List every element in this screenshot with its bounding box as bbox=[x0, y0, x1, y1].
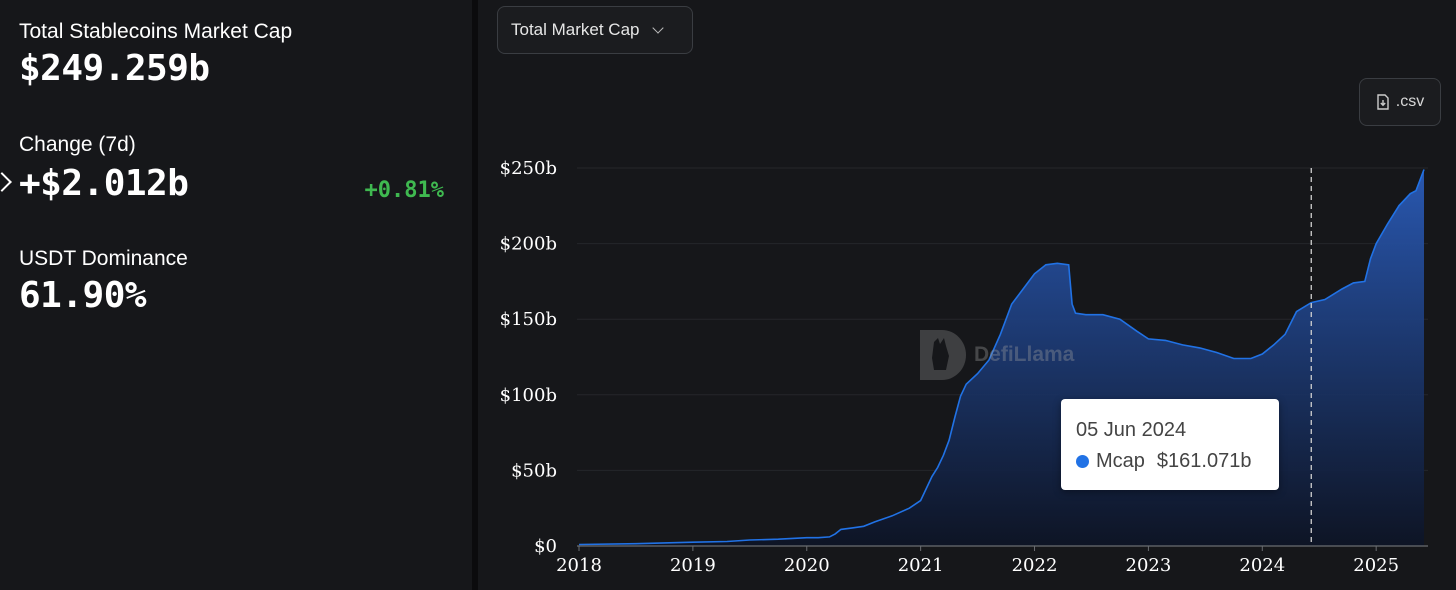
stats-panel: Total Stablecoins Market Cap $249.259b C… bbox=[0, 0, 472, 590]
total-mcap-value: $249.259b bbox=[19, 48, 210, 89]
y-tick-label: $150b bbox=[500, 309, 557, 330]
change-7d-value: +$2.012b bbox=[19, 163, 189, 204]
y-tick-label: $250b bbox=[500, 158, 557, 179]
change-7d-label: Change (7d) bbox=[19, 133, 136, 156]
x-tick-label: 2018 bbox=[556, 555, 602, 576]
tooltip-value: $161.071b bbox=[1156, 450, 1252, 472]
collapse-chevron-icon[interactable] bbox=[0, 172, 12, 192]
chart-tooltip: 05 Jun 2024 Mcap $161.071b bbox=[1061, 399, 1279, 490]
x-tick-label: 2019 bbox=[670, 555, 716, 576]
x-tick-label: 2021 bbox=[898, 555, 944, 576]
llama-logo-icon bbox=[920, 330, 966, 380]
x-tick-label: 2023 bbox=[1126, 555, 1172, 576]
x-tick-label: 2025 bbox=[1353, 555, 1399, 576]
total-mcap-label: Total Stablecoins Market Cap bbox=[19, 20, 293, 43]
usdt-dominance-label: USDT Dominance bbox=[19, 247, 188, 270]
change-7d-percent: +0.81% bbox=[364, 178, 444, 203]
x-tick-label: 2024 bbox=[1239, 555, 1285, 576]
series-color-dot bbox=[1076, 455, 1089, 468]
y-tick-label: $0 bbox=[534, 536, 557, 557]
x-tick-label: 2022 bbox=[1012, 555, 1058, 576]
tooltip-date: 05 Jun 2024 bbox=[1076, 419, 1187, 441]
y-tick-label: $50b bbox=[511, 460, 557, 481]
x-tick-label: 2020 bbox=[784, 555, 830, 576]
chart-panel: Total Market Cap .csv $0 $50b $100b $150b $2… bbox=[478, 0, 1456, 590]
market-cap-chart[interactable]: $0 $50b $100b $150b $200b $250b 2018 2019 2020 20… bbox=[478, 0, 1456, 590]
watermark-text: DefiLlama bbox=[974, 343, 1075, 366]
defillama-watermark: DefiLlama bbox=[916, 326, 1074, 384]
y-tick-label: $100b bbox=[500, 385, 557, 406]
tooltip-series-name: Mcap bbox=[1096, 450, 1145, 472]
usdt-dominance-value: 61.90% bbox=[19, 275, 147, 316]
y-tick-label: $200b bbox=[500, 234, 557, 255]
